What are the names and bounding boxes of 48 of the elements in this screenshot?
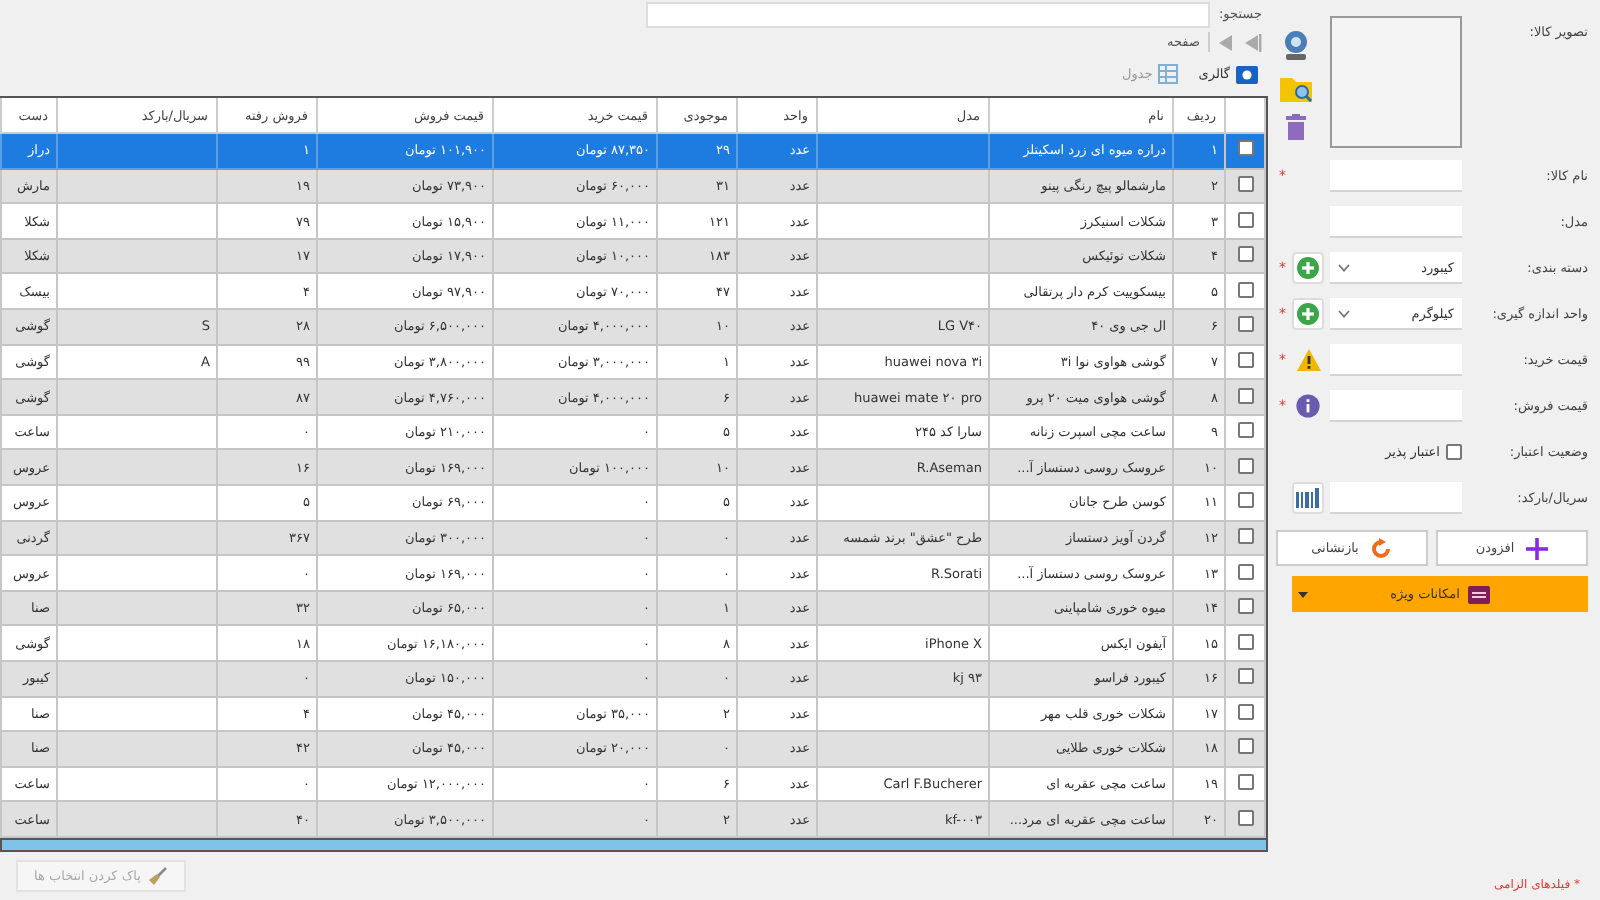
- search-field[interactable]: [646, 1, 1211, 27]
- trash-icon[interactable]: [1286, 113, 1306, 139]
- broom-icon: [148, 865, 169, 886]
- checkbox[interactable]: [1237, 211, 1253, 228]
- caret-icon: [1298, 592, 1308, 598]
- plus-icon: [1526, 537, 1549, 559]
- checkbox[interactable]: [1237, 598, 1253, 615]
- checkbox[interactable]: [1446, 444, 1462, 460]
- checkbox[interactable]: [1237, 527, 1253, 544]
- checkbox[interactable]: [1237, 703, 1253, 720]
- checkbox[interactable]: [1237, 316, 1253, 333]
- input-field[interactable]: [1330, 482, 1462, 514]
- add-button[interactable]: [1292, 298, 1324, 330]
- checkbox[interactable]: [1237, 668, 1253, 685]
- chevron-icon: [1338, 263, 1350, 271]
- checkbox[interactable]: [1237, 809, 1253, 826]
- input-field[interactable]: [1330, 344, 1462, 376]
- checkbox[interactable]: [1237, 140, 1253, 157]
- webcam-icon[interactable]: [1282, 29, 1310, 61]
- add-icon: [1296, 256, 1320, 280]
- camera-icon: [1236, 64, 1258, 84]
- checkbox[interactable]: [1237, 492, 1253, 509]
- input-field[interactable]: [1330, 390, 1462, 422]
- add-icon: [1296, 302, 1320, 326]
- barcode-icon: [1296, 488, 1320, 508]
- checkbox[interactable]: [1237, 387, 1253, 404]
- warning-icon: [1295, 348, 1321, 372]
- checkbox[interactable]: [1237, 175, 1253, 192]
- folder-search-icon[interactable]: [1280, 73, 1312, 101]
- info-icon: [1296, 394, 1320, 418]
- checkbox[interactable]: [1237, 563, 1253, 580]
- checkbox[interactable]: [1237, 422, 1253, 439]
- checkbox[interactable]: [1237, 351, 1253, 368]
- add-button[interactable]: [1292, 252, 1324, 284]
- checkbox[interactable]: [1237, 281, 1253, 298]
- checkbox[interactable]: [1237, 738, 1253, 755]
- input-field[interactable]: [1330, 160, 1462, 192]
- checkbox[interactable]: [1237, 633, 1253, 650]
- refresh-icon: [1370, 537, 1393, 559]
- grid-icon: [1158, 64, 1179, 84]
- checkbox[interactable]: [1237, 246, 1253, 263]
- input-field[interactable]: [1330, 206, 1462, 238]
- badge-icon: [1467, 585, 1490, 603]
- checkbox[interactable]: [1237, 457, 1253, 474]
- checkbox[interactable]: [1237, 774, 1253, 791]
- chevron-icon: [1338, 309, 1350, 317]
- barcode-button[interactable]: [1292, 482, 1324, 514]
- image-box[interactable]: [1330, 16, 1462, 148]
